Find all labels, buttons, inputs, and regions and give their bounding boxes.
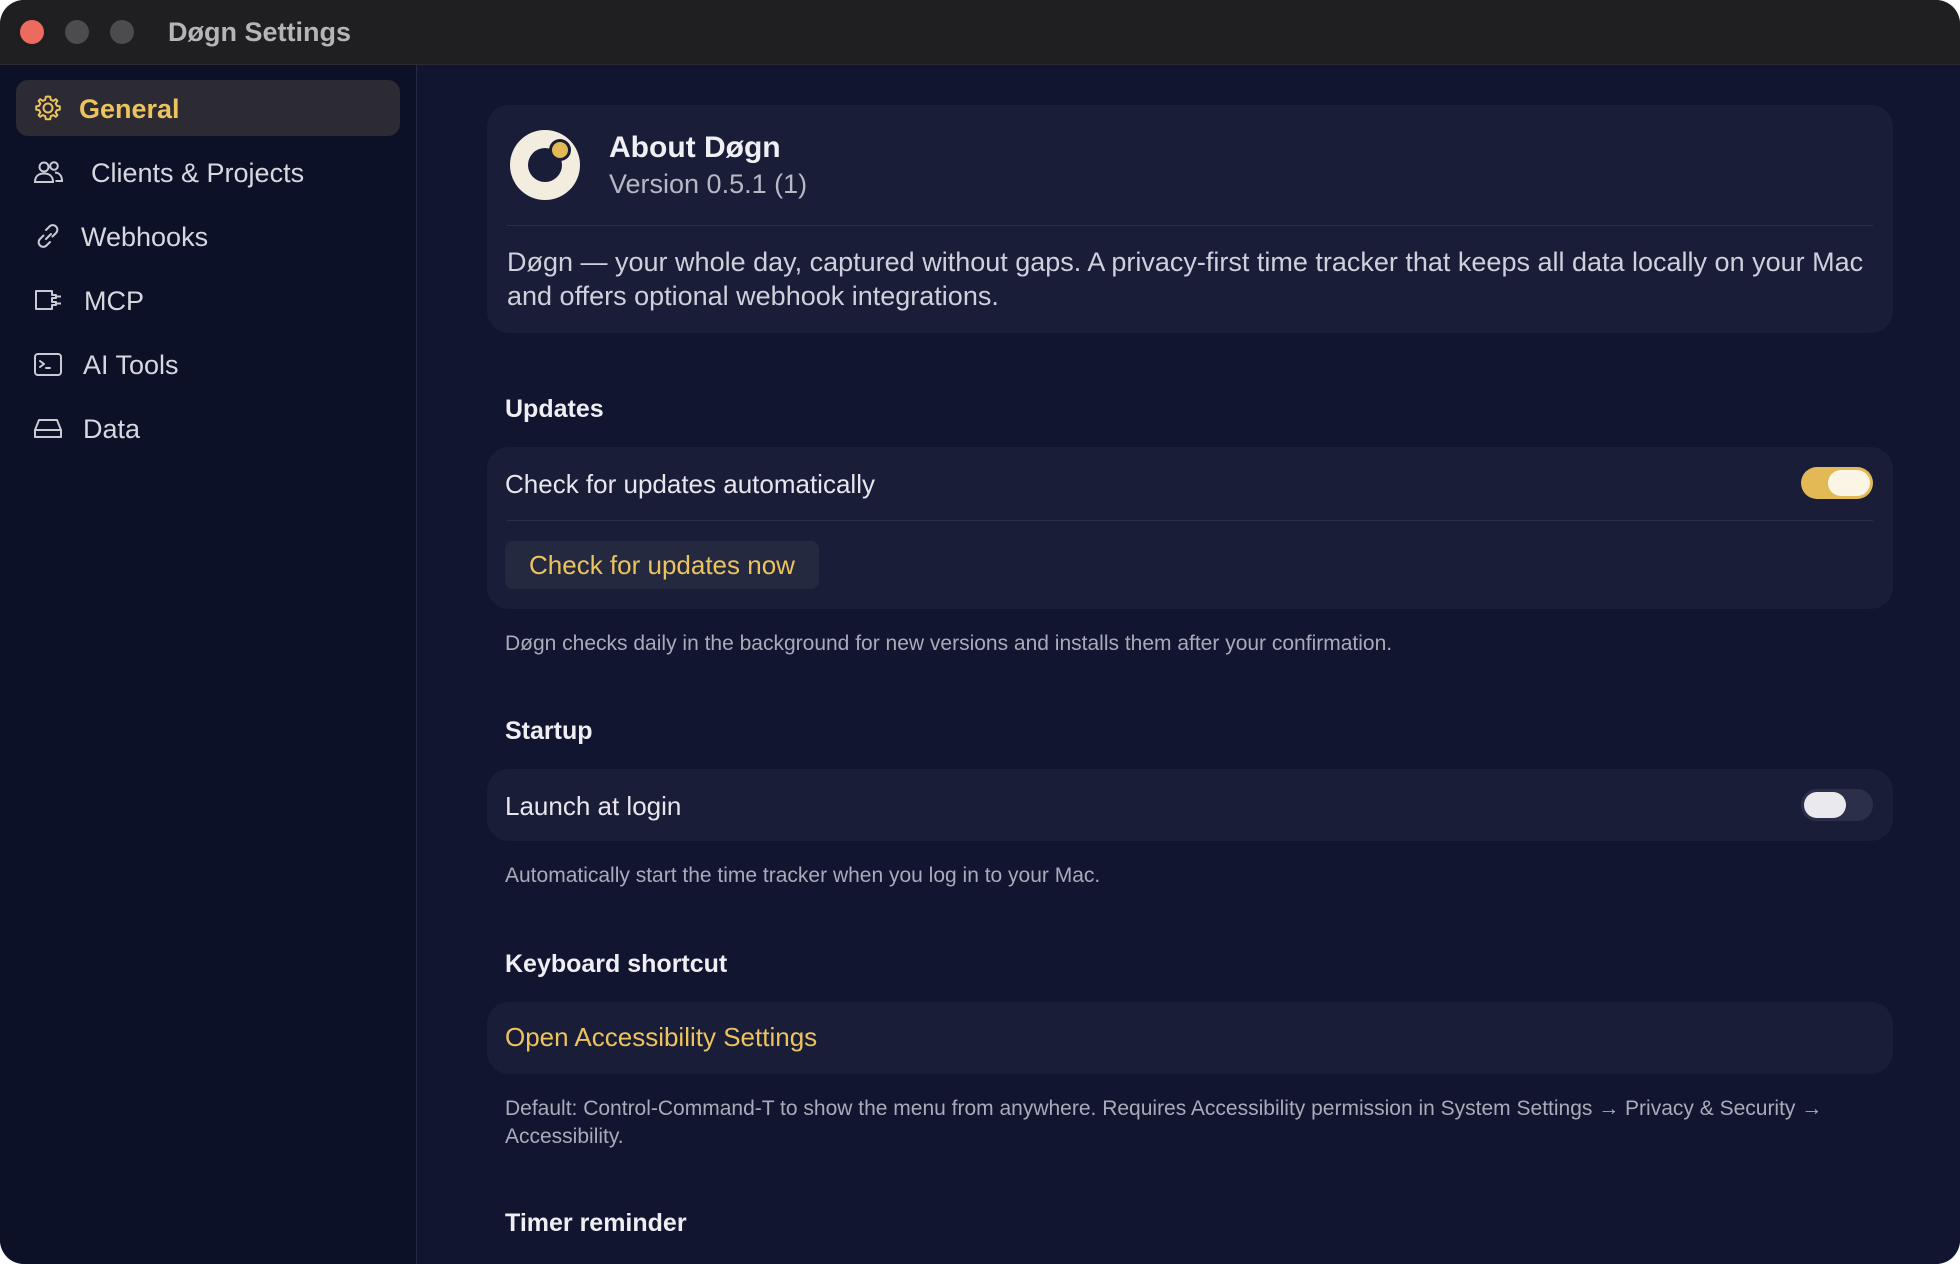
- about-title: About Døgn: [609, 131, 781, 164]
- updates-help-text: Døgn checks daily in the background for …: [505, 632, 1393, 655]
- startup-help-text: Automatically start the time tracker whe…: [505, 864, 1101, 887]
- sidebar-item-label: MCP: [84, 286, 144, 316]
- app-version: Version 0.5.1 (1): [609, 169, 808, 199]
- settings-content: About Døgn Version 0.5.1 (1) Døgn — your…: [417, 65, 1960, 1264]
- open-accessibility-settings-link[interactable]: Open Accessibility Settings: [505, 1022, 817, 1053]
- updates-section-title: Updates: [505, 395, 604, 423]
- sidebar-item-data[interactable]: Data: [16, 400, 400, 456]
- keyboard-shortcut-section-title: Keyboard shortcut: [505, 950, 728, 978]
- gear-icon: [35, 95, 61, 121]
- close-window-button[interactable]: [20, 20, 44, 44]
- sidebar-item-general[interactable]: General: [16, 80, 400, 136]
- toggle-knob: [1828, 470, 1870, 496]
- sidebar-item-label: Clients & Projects: [91, 158, 305, 188]
- about-card: About Døgn Version 0.5.1 (1) Døgn — your…: [487, 105, 1893, 333]
- startup-section-title: Startup: [505, 717, 593, 745]
- startup-card: Launch at login: [487, 769, 1893, 841]
- divider: [507, 520, 1873, 521]
- timer-reminder-section-title: Timer reminder: [505, 1209, 687, 1237]
- sidebar-item-label: Data: [83, 414, 141, 444]
- sidebar-item-ai-tools[interactable]: AI Tools: [16, 336, 400, 392]
- title-bar: Døgn Settings: [0, 0, 1960, 65]
- about-description: Døgn — your whole day, captured without …: [507, 247, 1864, 311]
- shortcut-help-text: Default: Control-Command-T to show the m…: [505, 1097, 1823, 1148]
- people-icon: [33, 161, 64, 183]
- plug-icon: [35, 290, 61, 310]
- updates-card: Check for updates automatically Check fo…: [487, 447, 1893, 609]
- window-title: Døgn Settings: [168, 17, 351, 47]
- sidebar-item-label: General: [79, 94, 180, 124]
- sidebar-item-clients-projects[interactable]: Clients & Projects: [16, 144, 400, 200]
- divider: [507, 225, 1873, 226]
- sidebar-item-mcp[interactable]: MCP: [16, 272, 400, 328]
- launch-at-login-label: Launch at login: [505, 791, 682, 821]
- auto-update-toggle[interactable]: [1801, 467, 1873, 499]
- app-logo: [510, 130, 580, 200]
- drive-icon: [34, 419, 62, 438]
- sidebar-item-webhooks[interactable]: Webhooks: [16, 208, 400, 264]
- sidebar-item-label: AI Tools: [83, 350, 179, 380]
- sidebar-item-label: Webhooks: [81, 222, 209, 252]
- minimize-window-button[interactable]: [65, 20, 89, 44]
- auto-update-label: Check for updates automatically: [505, 469, 875, 499]
- link-icon: [37, 224, 59, 248]
- settings-window: Døgn Settings General Clients & Projects: [0, 0, 1960, 1264]
- zoom-window-button[interactable]: [110, 20, 134, 44]
- check-updates-now-button[interactable]: Check for updates now: [505, 541, 819, 589]
- keyboard-shortcut-card: Open Accessibility Settings: [487, 1002, 1893, 1074]
- sidebar: General Clients & Projects Webhooks MCP …: [0, 65, 417, 1264]
- toggle-knob: [1804, 792, 1846, 818]
- launch-at-login-toggle[interactable]: [1801, 789, 1873, 821]
- terminal-icon: [34, 353, 62, 376]
